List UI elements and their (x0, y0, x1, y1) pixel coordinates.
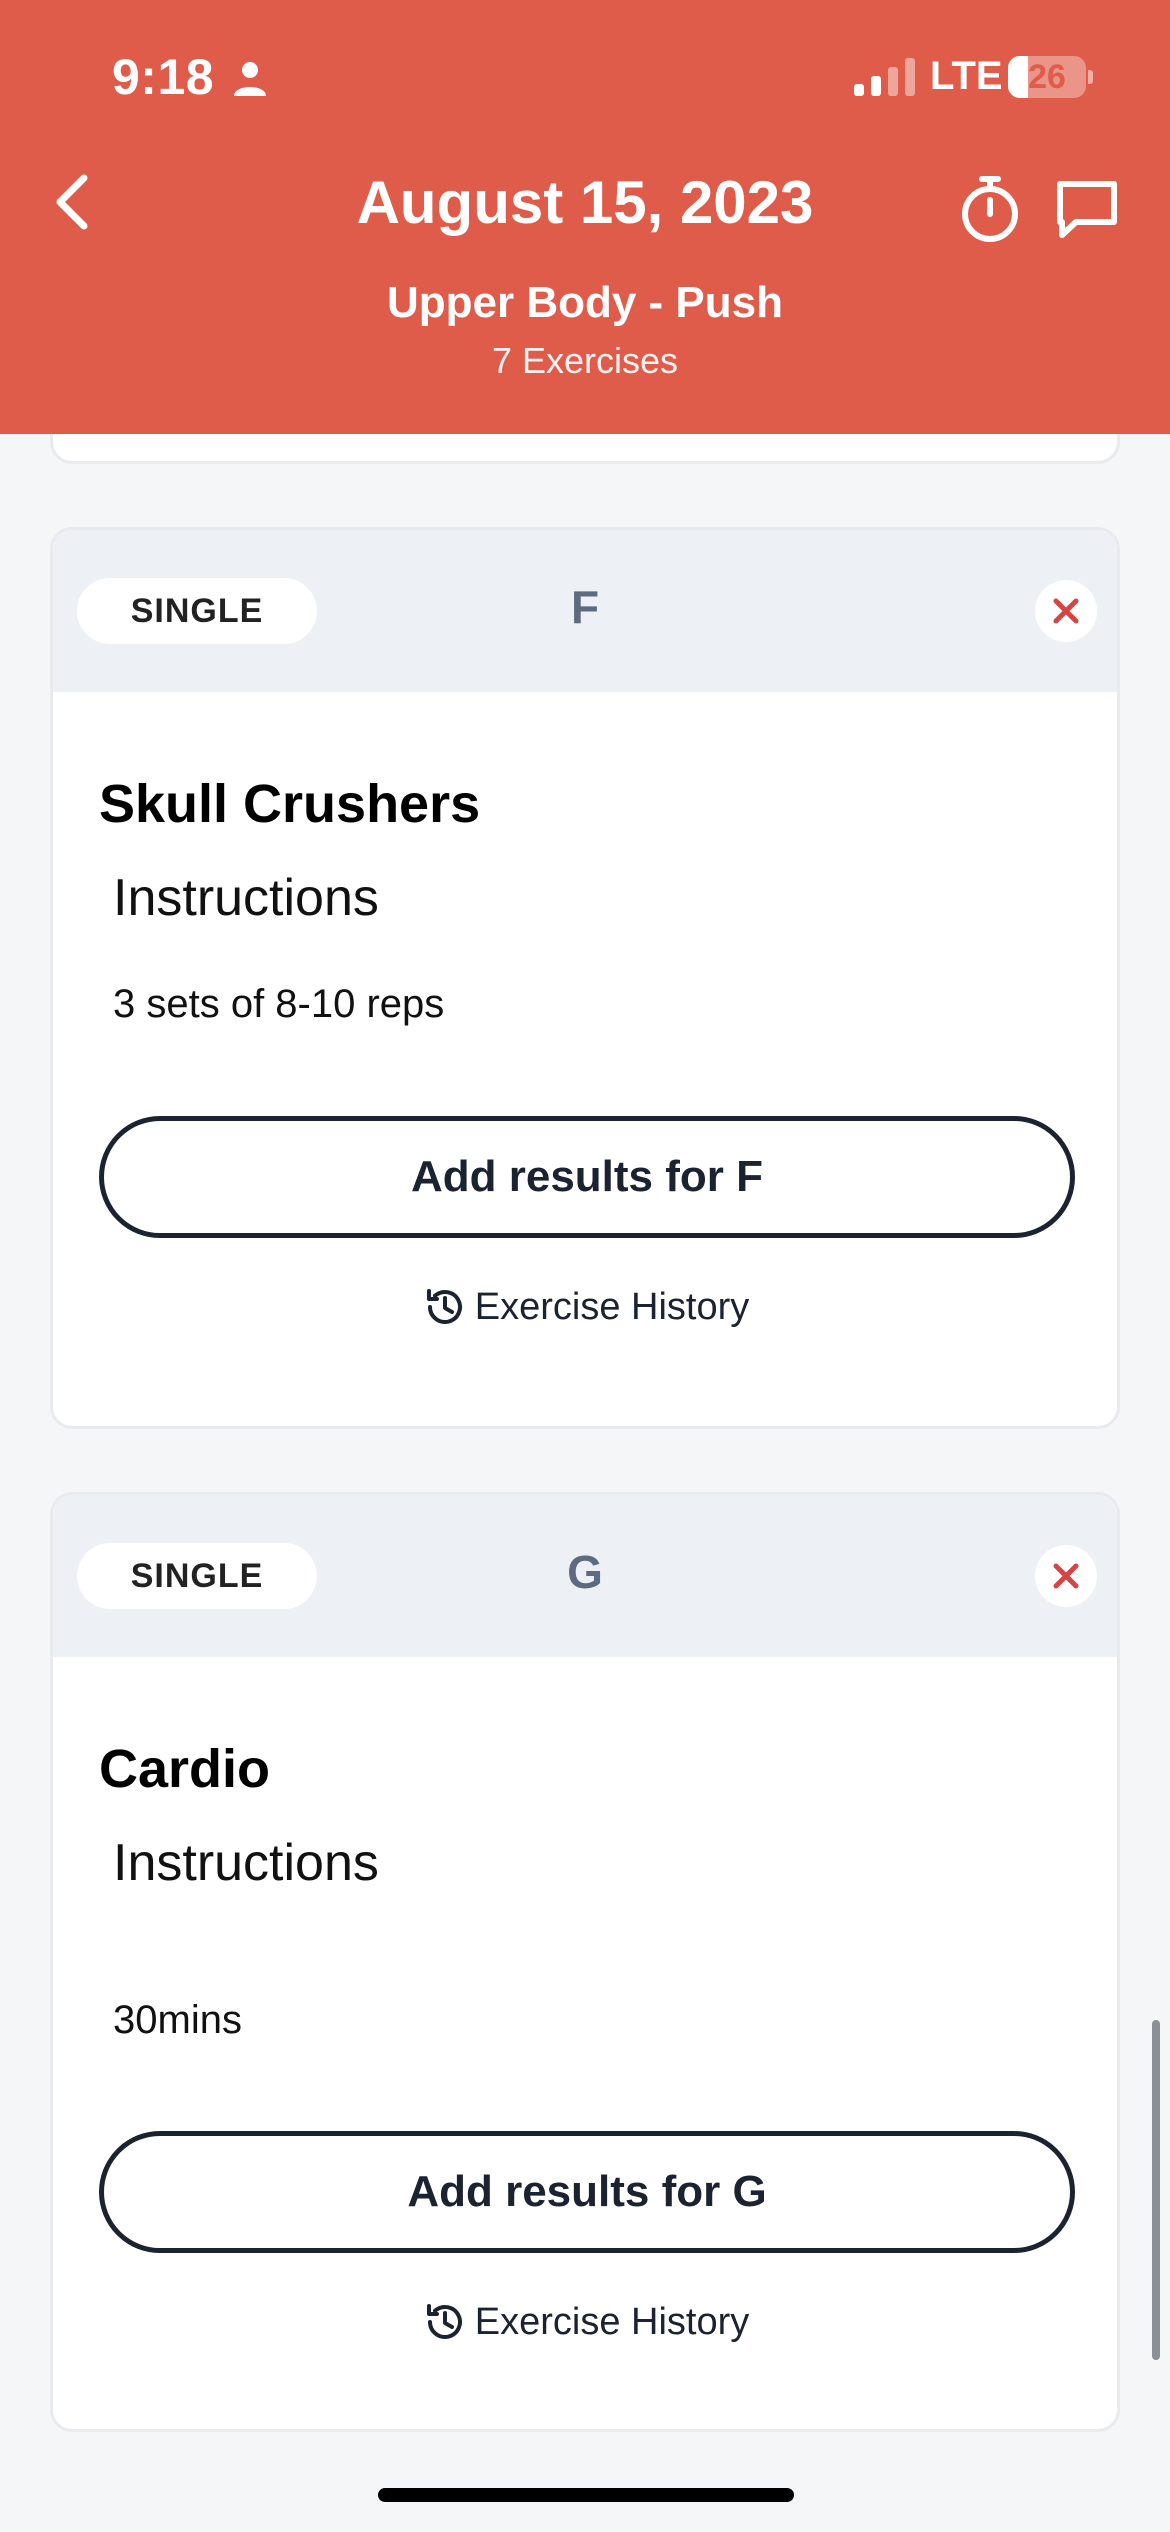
battery-level: 26 (1028, 58, 1066, 96)
chat-bubble-icon[interactable] (1054, 178, 1120, 240)
signal-icon (854, 58, 915, 96)
app-header: 9:18 LTE 26 August 15, 2023 Upper Body -… (0, 0, 1170, 434)
exercise-history-link[interactable]: Exercise History (53, 2298, 1117, 2354)
history-clock-icon (426, 2304, 462, 2339)
instructions-text: 3 sets of 8-10 reps (113, 982, 445, 1026)
card-header: SINGLE F (53, 530, 1117, 692)
close-icon (1053, 1563, 1079, 1589)
home-indicator[interactable] (378, 2488, 794, 2502)
add-results-button[interactable]: Add results for G (99, 2131, 1075, 2253)
add-results-button[interactable]: Add results for F (99, 1116, 1075, 1238)
exercise-title: Skull Crushers (99, 774, 481, 834)
workout-name: Upper Body - Push (386, 278, 784, 327)
instructions-heading: Instructions (113, 869, 379, 927)
instructions-text: 30mins (113, 1998, 242, 2042)
exercise-count: 7 Exercises (491, 340, 679, 381)
exercise-history-label: Exercise History (474, 1285, 750, 1328)
remove-exercise-button[interactable] (1035, 580, 1097, 642)
card-header: SINGLE G (53, 1495, 1117, 1657)
exercise-history-label: Exercise History (474, 2300, 750, 2343)
stopwatch-icon[interactable] (958, 174, 1022, 244)
exercise-title: Cardio (99, 1739, 271, 1799)
status-time: 9:18 (112, 49, 215, 105)
exercise-card-f: SINGLE F Skull Crushers Instructions 3 s… (50, 527, 1120, 1429)
scrollbar[interactable] (1152, 2020, 1160, 2360)
exercise-letter: F (570, 581, 600, 633)
close-icon (1053, 598, 1079, 624)
person-icon (234, 62, 266, 96)
instructions-heading: Instructions (113, 1834, 379, 1892)
exercise-card-g: SINGLE G Cardio Instructions 30mins Add … (50, 1492, 1120, 2432)
remove-exercise-button[interactable] (1035, 1545, 1097, 1607)
exercise-letter: G (567, 1546, 603, 1598)
exercise-history-link[interactable]: Exercise History (53, 1283, 1117, 1339)
history-clock-icon (426, 1289, 462, 1324)
battery-icon: 26 (1008, 56, 1093, 98)
network-label: LTE (930, 54, 1003, 98)
